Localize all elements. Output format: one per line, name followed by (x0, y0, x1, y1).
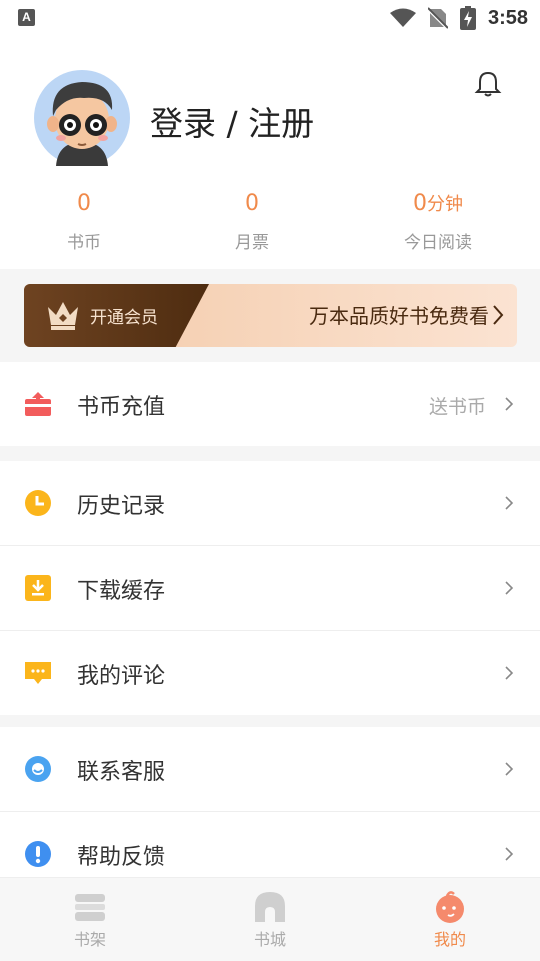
menu-item-recharge[interactable]: 书币充值 送书币 (0, 362, 540, 446)
menu-item-history[interactable]: 历史记录 (0, 461, 540, 546)
stat-reading-time[interactable]: 0分钟 今日阅读 (358, 186, 518, 253)
stat-label: 今日阅读 (404, 233, 472, 253)
tab-label: 我的 (433, 930, 466, 949)
crown-icon (48, 302, 78, 330)
tab-mine[interactable]: 我的 (390, 878, 510, 961)
download-icon (25, 575, 51, 601)
stat-label: 月票 (235, 233, 269, 253)
menu-item-label: 历史记录 (77, 494, 166, 519)
open-vip-label: 开通会员 (90, 308, 158, 328)
tab-label: 书城 (253, 930, 286, 949)
menu-group-recharge: 书币充值 送书币 (0, 362, 540, 446)
menu-group-personal: 历史记录 下载缓存 我的评论 (0, 461, 540, 715)
tab-bookstore[interactable]: 书城 (210, 878, 330, 961)
chevron-right-icon (505, 666, 514, 680)
chevron-right-icon (505, 496, 514, 510)
comment-icon (25, 662, 51, 684)
headset-icon (25, 756, 51, 782)
stat-value: 0 (77, 191, 91, 216)
battery-charging-icon (459, 6, 476, 30)
menu-item-customer-service[interactable]: 联系客服 (0, 727, 540, 812)
clock-icon (25, 490, 51, 516)
stat-unit: 分钟 (427, 194, 463, 215)
stat-value: 0 (245, 191, 259, 216)
menu-item-extra: 送书币 (428, 396, 486, 418)
stat-coins[interactable]: 0 书币 (4, 186, 164, 253)
tab-bookshelf[interactable]: 书架 (30, 878, 150, 961)
menu-item-comments[interactable]: 我的评论 (0, 631, 540, 715)
info-alert-icon (25, 841, 51, 867)
bookshelf-icon (75, 894, 105, 921)
tab-label: 书架 (73, 930, 106, 949)
vip-promo-text: 万本品质好书免费看 (309, 304, 489, 328)
bookstore-icon (255, 892, 285, 922)
status-bar: A 3:58 (0, 0, 540, 36)
menu-group-support: 联系客服 帮助反馈 (0, 727, 540, 896)
bell-icon[interactable] (474, 70, 502, 98)
stats-row: 0 书币 0 月票 0分钟 今日阅读 (0, 186, 540, 256)
profile-header: 登录 / 注册 0 书币 0 月票 0分钟 今日阅读 (0, 36, 540, 269)
menu-item-label: 书币充值 (77, 395, 166, 420)
menu-item-label: 联系客服 (77, 760, 166, 785)
stat-label: 书币 (67, 233, 101, 253)
menu-item-label: 下载缓存 (77, 579, 166, 604)
avatar[interactable] (34, 70, 130, 166)
vip-section: 开通会员 万本品质好书免费看 (0, 269, 540, 362)
chevron-right-icon (505, 581, 514, 595)
wifi-icon (389, 8, 416, 27)
chevron-right-icon (505, 397, 514, 411)
stat-monthly-tickets[interactable]: 0 月票 (172, 186, 332, 253)
chevron-right-icon (505, 847, 514, 861)
bottom-tab-bar: 书架 书城 我的 (0, 877, 540, 961)
chevron-right-icon (493, 305, 504, 325)
clock: 3:58 (487, 6, 528, 29)
no-sim-icon (427, 7, 448, 29)
stat-value: 0 (413, 191, 427, 216)
menu-item-label: 帮助反馈 (77, 845, 166, 870)
wallet-icon (25, 392, 51, 416)
menu-item-download[interactable]: 下载缓存 (0, 546, 540, 631)
vip-banner[interactable]: 开通会员 万本品质好书免费看 (24, 284, 517, 347)
menu-item-label: 我的评论 (77, 664, 166, 689)
chevron-right-icon (505, 762, 514, 776)
app-notification-icon: A (18, 9, 35, 26)
baby-face-icon (436, 891, 464, 923)
login-register-link[interactable]: 登录 / 注册 (150, 97, 314, 145)
